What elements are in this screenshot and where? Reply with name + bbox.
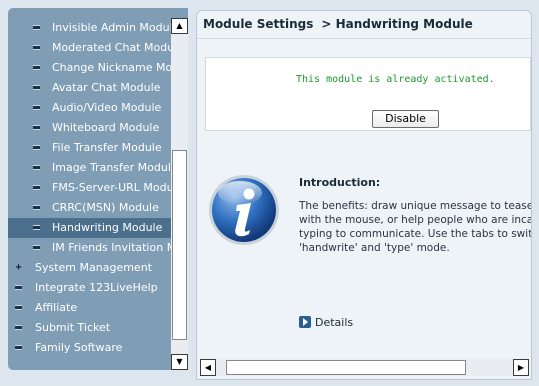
- introduction-line: typing to communicate. Use the tabs to s…: [299, 228, 532, 240]
- sidebar-item-label: File Transfer Module: [52, 141, 162, 154]
- scroll-left-arrow-icon[interactable]: ◀: [200, 359, 216, 376]
- sidebar-item-label: Image Transfer Module: [52, 161, 172, 174]
- module-tree-panel: Invisible Admin Module Moderated Chat Mo…: [8, 8, 188, 370]
- details-label: Details: [315, 316, 354, 329]
- sidebar-item-label: FMS-Server-URL Module: [52, 181, 172, 194]
- bullet-icon: [15, 325, 22, 330]
- sidebar-item-label: Family Software: [35, 341, 123, 354]
- scroll-right-arrow-icon[interactable]: ▶: [513, 359, 529, 376]
- sidebar-item-handwriting[interactable]: Handwriting Module: [8, 218, 172, 238]
- bullet-icon: [15, 285, 22, 290]
- bullet-icon: [33, 145, 40, 150]
- bullet-icon: [33, 25, 40, 30]
- bullet-icon: [15, 305, 22, 310]
- scroll-down-arrow-icon[interactable]: ▼: [171, 354, 188, 370]
- sidebar-item-file-transfer[interactable]: File Transfer Module: [8, 138, 172, 158]
- panel-header: Module Settings > Handwriting Module: [197, 11, 531, 39]
- introduction-line: The benefits: draw unique message to tea…: [299, 200, 532, 212]
- bullet-icon: [33, 105, 40, 110]
- bullet-icon: [15, 345, 22, 350]
- sidebar-item-avatar-chat[interactable]: Avatar Chat Module: [8, 78, 172, 98]
- sidebar-item-label: Change Nickname Modul: [52, 61, 172, 74]
- main-horizontal-scrollbar[interactable]: ◀ ▶: [200, 359, 529, 376]
- bullet-icon: [33, 225, 40, 230]
- sidebar-item-label: Avatar Chat Module: [52, 81, 161, 94]
- sidebar-item-change-nickname[interactable]: Change Nickname Modul: [8, 58, 172, 78]
- module-tree: Invisible Admin Module Moderated Chat Mo…: [8, 18, 172, 358]
- sidebar-item-invisible-admin[interactable]: Invisible Admin Module: [8, 18, 172, 38]
- activation-status-text: This module is already activated.: [296, 74, 495, 85]
- sidebar-item-label: Invisible Admin Module: [52, 21, 172, 34]
- sidebar-item-label: Whiteboard Module: [52, 121, 160, 134]
- play-icon: [299, 316, 311, 328]
- breadcrumb: > Handwriting Module: [321, 17, 473, 31]
- sidebar: Invisible Admin Module Moderated Chat Mo…: [0, 0, 192, 386]
- bullet-icon: [33, 165, 40, 170]
- info-icon: [209, 175, 279, 245]
- sidebar-item-affiliate[interactable]: Affiliate: [8, 298, 172, 318]
- sidebar-item-fms-server-url[interactable]: FMS-Server-URL Module: [8, 178, 172, 198]
- sidebar-item-system-management[interactable]: + System Management: [8, 258, 172, 278]
- bullet-icon: [33, 205, 40, 210]
- sidebar-item-label: IM Friends Invitation Mo: [52, 241, 172, 254]
- sidebar-item-audio-video[interactable]: Audio/Video Module: [8, 98, 172, 118]
- sidebar-item-label: Audio/Video Module: [52, 101, 162, 114]
- sidebar-item-label: Affiliate: [35, 301, 78, 314]
- sidebar-item-label: Handwriting Module: [52, 221, 163, 234]
- sidebar-item-label: System Management: [35, 261, 152, 274]
- bullet-icon: [33, 185, 40, 190]
- bullet-icon: [33, 125, 40, 130]
- introduction-heading: Introduction:: [299, 176, 381, 189]
- sidebar-item-moderated-chat[interactable]: Moderated Chat Module: [8, 38, 172, 58]
- bullet-icon: [33, 245, 40, 250]
- sidebar-item-family-software[interactable]: Family Software: [8, 338, 172, 358]
- sidebar-item-crrc-msn[interactable]: CRRC(MSN) Module: [8, 198, 172, 218]
- bullet-icon: [33, 45, 40, 50]
- expand-plus-icon[interactable]: +: [14, 263, 23, 273]
- sidebar-item-image-transfer[interactable]: Image Transfer Module: [8, 158, 172, 178]
- scrollbar-thumb[interactable]: [172, 150, 187, 340]
- introduction-line: with the mouse, or help people who are i…: [299, 214, 532, 226]
- sidebar-item-label: Moderated Chat Module: [52, 41, 172, 54]
- sidebar-item-label: Integrate 123LiveHelp: [35, 281, 158, 294]
- introduction-text: The benefits: draw unique message to tea…: [299, 199, 532, 255]
- sidebar-vertical-scrollbar[interactable]: ▲ ▼: [171, 18, 188, 370]
- introduction-line: 'handwrite' and 'type' mode.: [299, 242, 450, 254]
- sidebar-item-whiteboard[interactable]: Whiteboard Module: [8, 118, 172, 138]
- sidebar-item-im-friends-invitation[interactable]: IM Friends Invitation Mo: [8, 238, 172, 258]
- bullet-icon: [33, 65, 40, 70]
- sidebar-item-label: Submit Ticket: [35, 321, 111, 334]
- module-settings-panel: Module Settings > Handwriting Module This…: [196, 10, 532, 380]
- scroll-up-arrow-icon[interactable]: ▲: [171, 18, 188, 34]
- page-title: Module Settings: [203, 17, 314, 31]
- sidebar-item-integrate-123livehelp[interactable]: Integrate 123LiveHelp: [8, 278, 172, 298]
- sidebar-item-submit-ticket[interactable]: Submit Ticket: [8, 318, 172, 338]
- sidebar-item-label: CRRC(MSN) Module: [52, 201, 159, 214]
- activation-status-box: This module is already activated. Disabl…: [205, 57, 531, 131]
- disable-button[interactable]: Disable: [372, 110, 439, 128]
- details-link[interactable]: Details: [299, 316, 353, 330]
- scrollbar-thumb[interactable]: [226, 360, 466, 375]
- bullet-icon: [33, 85, 40, 90]
